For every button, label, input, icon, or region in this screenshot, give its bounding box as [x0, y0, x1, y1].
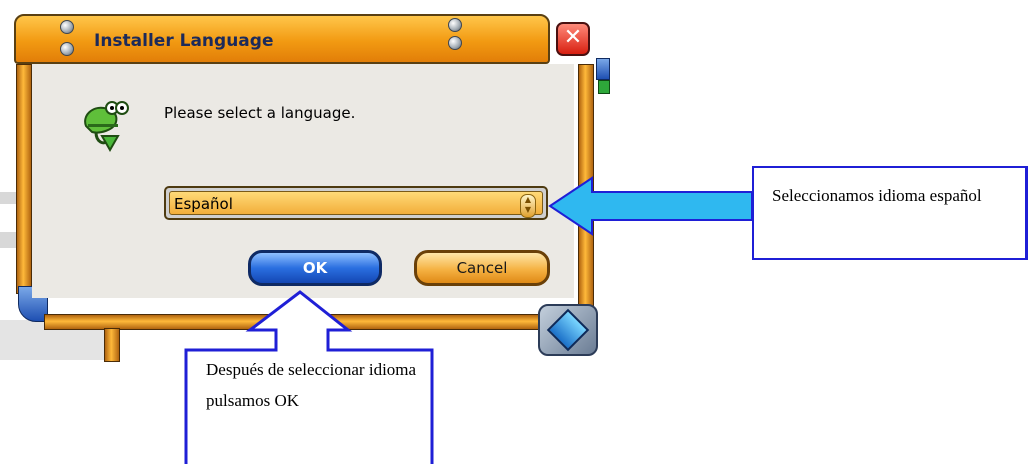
close-icon: ✕ [563, 25, 583, 50]
language-select[interactable]: Español ▲ ▼ [164, 186, 548, 220]
bolt-icon [448, 18, 462, 32]
cancel-button[interactable]: Cancel [414, 250, 550, 286]
window-title: Installer Language [94, 31, 274, 51]
chameleon-installer-icon [84, 101, 129, 153]
callout-arrow-left [548, 176, 753, 236]
frame-cap [596, 58, 610, 80]
emblem-diamond [546, 308, 590, 352]
bolt-icon [60, 20, 74, 34]
language-select-field[interactable]: Español ▲ ▼ [169, 191, 543, 218]
frame-pipe-left [16, 64, 32, 294]
ok-button[interactable]: OK [248, 250, 382, 286]
language-prompt: Please select a language. [164, 104, 356, 122]
bolt-icon [448, 36, 462, 50]
frame-pipe-stub [104, 328, 120, 362]
close-button[interactable]: ✕ [556, 22, 590, 56]
annotation-note-right: Seleccionamos idioma español [752, 166, 1028, 260]
frame-cap-green [598, 80, 610, 94]
corner-emblem-icon [538, 304, 598, 356]
bolt-icon [60, 42, 74, 56]
annotation-note-bottom: Después de seleccionar idioma pulsamos O… [206, 360, 417, 410]
spin-arrows-icon[interactable]: ▲ ▼ [520, 194, 536, 218]
language-select-value: Español [174, 195, 233, 213]
